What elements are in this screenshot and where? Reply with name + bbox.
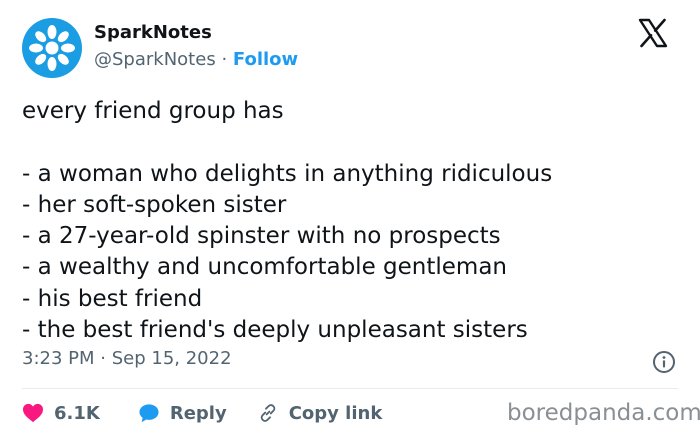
divider <box>22 388 678 389</box>
watermark: boredpanda.com <box>507 400 700 426</box>
follow-button[interactable]: Follow <box>233 49 298 70</box>
reply-label: Reply <box>169 402 227 424</box>
copy-link-button[interactable]: Copy link <box>257 402 383 424</box>
like-button[interactable]: 6.1K <box>22 403 100 424</box>
action-bar: 6.1K Reply Copy link <box>22 398 382 428</box>
separator: · <box>221 49 228 70</box>
tweet-time: 3:23 PM <box>22 348 95 369</box>
account-handle[interactable]: @SparkNotes <box>94 49 216 70</box>
separator: · <box>100 348 106 369</box>
x-logo-icon[interactable] <box>638 18 668 48</box>
like-count: 6.1K <box>54 402 100 424</box>
avatar[interactable] <box>22 18 82 78</box>
heart-icon <box>23 403 43 423</box>
link-icon <box>260 404 275 422</box>
copy-link-label: Copy link <box>288 402 383 424</box>
tweet-date: Sep 15, 2022 <box>111 348 232 369</box>
speech-bubble-icon <box>139 404 159 423</box>
reply-button[interactable]: Reply <box>138 403 227 424</box>
handle-row: @SparkNotes · Follow <box>94 49 298 70</box>
sparknotes-logo-icon <box>29 25 75 71</box>
tweet-text: every friend group has - a woman who del… <box>22 98 553 344</box>
info-icon[interactable] <box>652 350 676 374</box>
account-name[interactable]: SparkNotes <box>94 22 212 43</box>
timestamp[interactable]: 3:23 PM · Sep 15, 2022 <box>22 348 232 369</box>
